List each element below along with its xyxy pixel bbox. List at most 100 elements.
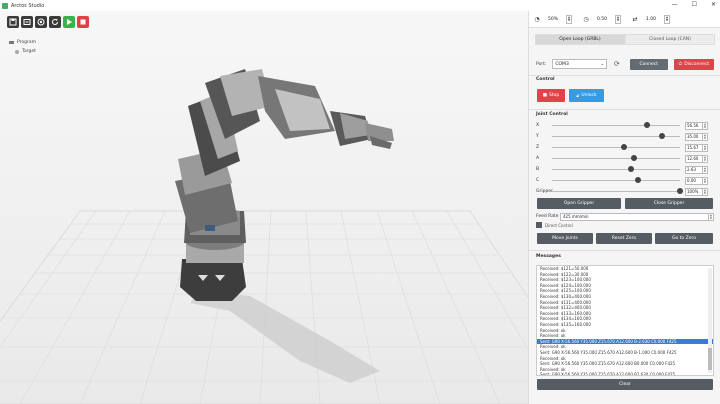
target-dot-icon (15, 49, 19, 54)
joint-slider[interactable] (552, 122, 680, 128)
accel-stepper[interactable]: ▲ ▼ (615, 14, 621, 24)
refresh-icon[interactable] (49, 16, 61, 28)
gripper-value-input[interactable]: 100% (685, 187, 703, 196)
gripper-stepper[interactable]: ▲ ▼ (703, 187, 708, 196)
joint-slider[interactable] (552, 133, 680, 139)
tree-item-program[interactable]: Program (9, 38, 36, 47)
speed-value[interactable]: 50% (543, 17, 563, 22)
joint-row-y: Y 35.00 ▲ ▼ (536, 131, 714, 142)
disconnect-label: Disconnect (684, 61, 710, 67)
tab-open-loop[interactable]: Open Loop (GRBL) (535, 34, 625, 45)
port-select[interactable]: COM3 ⌄ (552, 59, 608, 69)
clear-button[interactable]: Clear (537, 379, 713, 390)
port-label: Port: (536, 61, 547, 67)
joint-slider[interactable] (552, 155, 680, 161)
gripper-slider[interactable] (552, 188, 683, 194)
speed-bar: ◔ 50% ▲ ▼ ◷ 0.50 ▲ ▼ ⇄ 1.00 ▲ ▼ (529, 11, 720, 28)
joint-slider[interactable] (552, 166, 680, 172)
stop-icon[interactable] (77, 16, 89, 28)
tree-item-label: Target (22, 49, 36, 54)
tab-closed-loop[interactable]: Closed Loop (CAN) (625, 34, 715, 45)
joint-label: Y (536, 134, 539, 139)
slider-knob[interactable] (628, 166, 635, 172)
joint-stepper[interactable]: ▲ ▼ (703, 176, 708, 185)
joint-slider[interactable] (552, 144, 680, 150)
main-toolbar (7, 16, 89, 28)
tree-item-target[interactable]: Target (15, 47, 36, 56)
joint-label: B (536, 167, 540, 172)
joint-stepper[interactable]: ▲ ▼ (703, 154, 708, 163)
step-value[interactable]: 1.00 (641, 17, 661, 22)
move-joints-button[interactable]: Move Joints (537, 233, 593, 244)
unlock-label: Unlock (581, 93, 597, 98)
joint-value-input[interactable]: 2.63 (685, 165, 703, 174)
connect-button[interactable]: Connect (629, 58, 668, 70)
stop-label: Stop (549, 93, 560, 98)
disconnect-button[interactable]: ⏻ Disconnect (673, 58, 714, 70)
step-stepper[interactable]: ▲ ▼ (664, 14, 670, 24)
joint-row-gripper: Gripper 100% ▲ ▼ (536, 186, 714, 197)
slider-knob[interactable] (634, 177, 641, 183)
feed-rate-stepper[interactable]: ▲ ▼ (709, 212, 714, 221)
reset-zero-button[interactable]: Reset Zero (596, 233, 652, 244)
joint-row-a: A 12.60 ▲ ▼ (536, 153, 714, 164)
joint-value-input[interactable]: 15.67 (685, 143, 703, 152)
control-panel: ◔ 50% ▲ ▼ ◷ 0.50 ▲ ▼ ⇄ 1.00 ▲ ▼ Open Loop (… (528, 11, 720, 404)
joint-value-input[interactable]: 0.00 (685, 176, 703, 185)
slider-knob[interactable] (630, 155, 637, 161)
refresh-ports-icon[interactable]: ⟳ (612, 59, 622, 69)
target-icon[interactable] (35, 16, 47, 28)
unlock-button[interactable]: 🔓︎ Unlock (569, 89, 604, 102)
joint-label: C (536, 178, 540, 183)
direct-control-label: Direct Control (545, 222, 573, 228)
mode-tabs: Open Loop (GRBL) Closed Loop (CAN) (535, 34, 715, 45)
joint-stepper[interactable]: ▲ ▼ (703, 143, 708, 152)
control-heading: Control (536, 77, 555, 82)
maximize-button[interactable]: ☐ (692, 1, 697, 8)
accel-value[interactable]: 0.50 (592, 17, 612, 22)
slider-knob[interactable] (620, 144, 627, 150)
stop-square-icon: ■ (542, 93, 548, 98)
joint-stepper[interactable]: ▲ ▼ (703, 132, 708, 141)
3d-viewport[interactable]: Program Target (0, 11, 528, 404)
joint-value-input[interactable]: 12.60 (685, 154, 703, 163)
step-arrows-icon: ⇄ (632, 15, 638, 23)
window-title: Arctos Studio (11, 2, 45, 9)
divider (529, 250, 720, 251)
port-select-value: COM3 (555, 61, 569, 67)
feed-rate-row: Feed Rate 425 mm/min ▲ ▼ (536, 212, 714, 221)
power-icon: ⏻ (678, 62, 683, 67)
close-gripper-button[interactable]: Close Gripper (625, 198, 713, 209)
joint-slider[interactable] (552, 177, 680, 183)
open-icon[interactable] (21, 16, 33, 28)
direct-control-checkbox[interactable] (536, 222, 542, 228)
direct-control-row: Direct Control (536, 222, 573, 228)
joint-row-x: X 56.56 ▲ ▼ (536, 120, 714, 131)
messages-scrollbar[interactable] (708, 268, 712, 373)
feed-rate-label: Feed Rate (536, 214, 559, 219)
slider-knob[interactable] (643, 122, 650, 128)
play-icon[interactable] (63, 16, 75, 28)
tree-item-label: Program (17, 40, 36, 45)
messages-log[interactable]: Received: $121=50.000 Received: $122=30.0… (536, 265, 714, 376)
joint-label: Z (536, 145, 540, 150)
minimize-button[interactable]: — (672, 1, 678, 8)
go-to-zero-button[interactable]: Go to Zero (655, 233, 713, 244)
open-gripper-button[interactable]: Open Gripper (537, 198, 621, 209)
joint-value-input[interactable]: 35.00 (685, 132, 703, 141)
joint-stepper[interactable]: ▲ ▼ (703, 121, 708, 130)
joint-control-heading: Joint Control (536, 112, 568, 117)
messages-heading: Messages (536, 254, 561, 259)
save-icon[interactable] (7, 16, 19, 28)
stop-button[interactable]: ■ Stop (537, 89, 565, 102)
close-button[interactable]: ✕ (711, 1, 716, 8)
slider-knob[interactable] (659, 133, 666, 139)
joint-value-input[interactable]: 56.56 (685, 121, 703, 130)
joint-stepper[interactable]: ▲ ▼ (703, 165, 708, 174)
scrollbar-thumb[interactable] (708, 348, 712, 370)
divider (529, 75, 720, 76)
slider-knob[interactable] (677, 188, 683, 194)
feed-rate-input[interactable]: 425 mm/min (560, 212, 709, 221)
speed-stepper[interactable]: ▲ ▼ (566, 14, 572, 24)
joint-row-b: B 2.63 ▲ ▼ (536, 164, 714, 175)
